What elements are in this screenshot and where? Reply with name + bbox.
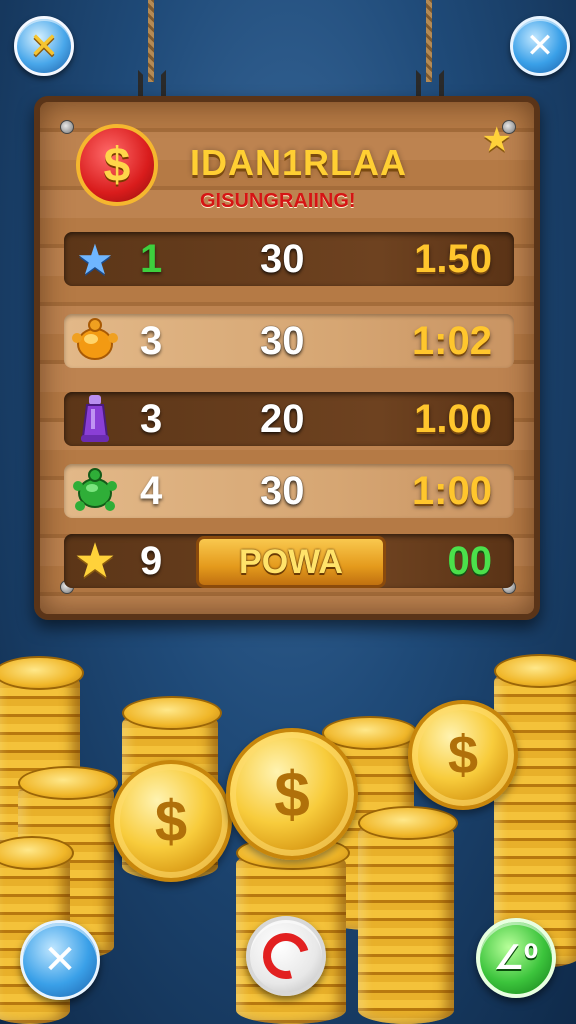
green-turtle-icon [66,464,124,518]
green-action-button[interactable]: ∠⁰ [476,918,556,998]
row-bet: 20 [260,396,305,441]
row-bet: 30 [260,236,305,281]
large-dollar-coin: $ [408,700,518,810]
coin-symbol: $ [103,138,131,192]
close-button-top[interactable]: ✕ [510,16,570,76]
row-bet: 30 [260,318,305,363]
close-icon: ✕ [525,27,555,65]
coin-stack [358,806,458,1024]
powa-button[interactable]: POWA [196,536,386,588]
row-count: 4 [140,468,163,513]
crossed-swords-button[interactable]: ✕ [14,16,74,76]
coin-symbol: $ [274,758,310,830]
paytable-row: 3 20 1.00 [64,392,514,446]
refresh-icon [254,924,318,988]
coin-symbol: $ [447,725,479,785]
coin-symbol: $ [154,788,188,854]
paytable-board: $ IDAN1RLAA GISUNGRAIING! ★ ★ 1 30 1.50 … [34,96,540,620]
row-bet: 30 [260,468,305,513]
paytable-row: 3 30 1:02 [64,314,514,368]
crossed-swords-icon: ✕ [28,25,60,66]
large-dollar-coin: $ [110,760,232,882]
row-value: 1.50 [414,236,492,281]
refresh-button[interactable] [246,916,326,996]
row-value: 1.00 [414,396,492,441]
angle-icon: ∠⁰ [493,939,539,977]
board-title: IDAN1RLAA [190,142,408,183]
row-count: 3 [140,396,163,441]
row-count: 1 [140,236,163,281]
gold-star-icon: ★ [73,535,117,588]
row-count: 9 [140,538,163,583]
paytable-row: 4 30 1:00 [64,464,514,518]
purple-bottle-icon [66,392,124,446]
row-value: 1:00 [411,468,492,513]
nail [60,120,74,134]
red-dollar-coin-icon: $ [76,124,158,206]
close-icon: ✕ [43,938,77,982]
paytable-row: ★ 9 POWA 00 [64,534,514,588]
row-value: 00 [447,538,493,583]
row-count: 3 [140,318,163,363]
blue-star-icon: ★ [76,235,114,283]
row-value: 1:02 [411,318,492,363]
paytable-row: ★ 1 30 1.50 [64,232,514,286]
board-subtitle: GISUNGRAIING! [200,190,356,212]
large-dollar-coin: $ [226,728,358,860]
orange-turtle-icon [66,314,124,368]
close-button-bottom[interactable]: ✕ [20,920,100,1000]
star-icon: ★ [481,121,512,159]
